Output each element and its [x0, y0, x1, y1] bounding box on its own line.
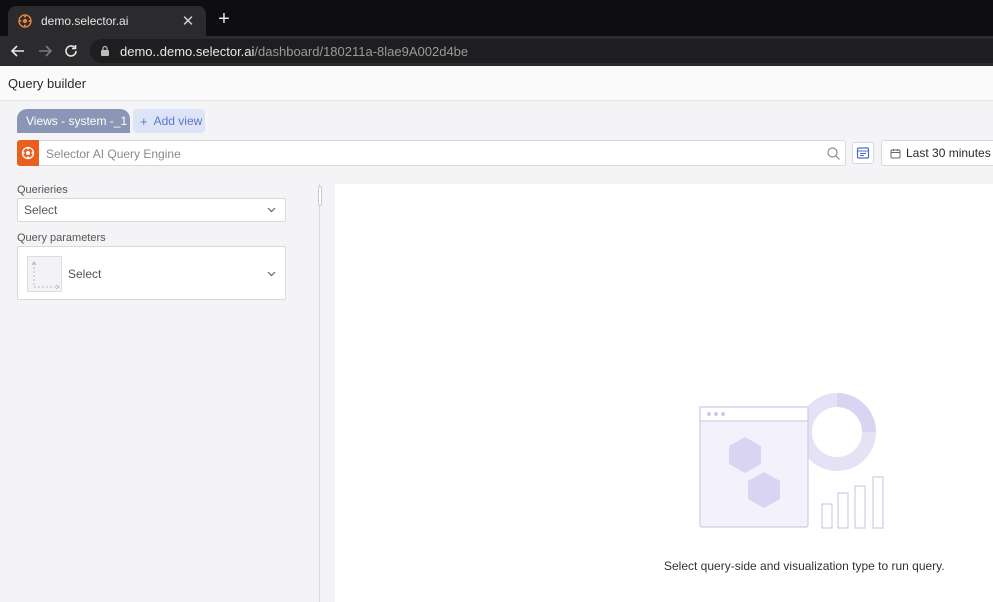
selector-logo-icon: [18, 14, 32, 28]
url-field[interactable]: demo..demo.selector.ai/dashboard/180211a…: [90, 39, 993, 63]
calendar-icon: [890, 148, 901, 158]
panel-divider: [319, 184, 320, 602]
browser-tab-title: demo.selector.ai: [41, 14, 129, 28]
api-icon: [856, 147, 870, 159]
url-host: demo..demo.selector.ai: [120, 43, 255, 59]
url-path: /dashboard/180211a-8lae9A002d4be: [254, 43, 469, 59]
lock-icon: [101, 45, 109, 56]
add-view-label: Add view: [153, 114, 203, 128]
query-engine-placeholder: Selector AI Query Engine: [46, 147, 181, 161]
queries-select[interactable]: Select: [17, 198, 286, 222]
app-header: Query builder: [0, 66, 993, 101]
browser-tab[interactable]: demo.selector.ai ✕: [8, 6, 206, 36]
empty-state-hint: Select query-side and visualization type…: [664, 559, 945, 573]
time-range-selector[interactable]: Last 30 minutes: [881, 140, 993, 166]
queries-label: Querieries: [17, 184, 68, 196]
chart-placeholder-icon: [27, 256, 62, 292]
new-tab-button[interactable]: +: [214, 9, 234, 29]
chevron-down-icon: [267, 271, 276, 277]
query-engine-input[interactable]: Selector AI Query Engine: [17, 140, 846, 166]
query-parameters-value: Select: [68, 267, 102, 281]
forward-arrow-icon[interactable]: [36, 42, 54, 60]
reload-icon[interactable]: [62, 42, 80, 60]
plus-icon: +: [140, 113, 148, 129]
selector-logo-icon: [17, 140, 39, 166]
api-button[interactable]: [852, 142, 874, 164]
search-icon[interactable]: [826, 146, 841, 161]
browser-tab-bar: demo.selector.ai ✕ +: [0, 0, 993, 36]
close-icon[interactable]: ✕: [180, 12, 196, 30]
add-view-button[interactable]: + Add view: [133, 109, 205, 133]
browser-address-bar: demo..demo.selector.ai/dashboard/180211a…: [0, 36, 993, 66]
resize-handle[interactable]: [318, 186, 322, 206]
back-arrow-icon[interactable]: [9, 42, 27, 60]
empty-visualization-illustration: [699, 393, 884, 529]
queries-select-value: Select: [24, 203, 58, 217]
chevron-down-icon: [267, 207, 276, 213]
visualization-canvas: Select query-side and visualization type…: [335, 184, 993, 602]
page-title: Query builder: [8, 76, 87, 91]
query-parameters-select[interactable]: Select: [17, 246, 286, 300]
time-range-label: Last 30 minutes: [906, 146, 991, 160]
query-parameters-label: Query parameters: [17, 232, 106, 244]
tab-view-system-1[interactable]: Views - system -_1: [17, 109, 130, 133]
